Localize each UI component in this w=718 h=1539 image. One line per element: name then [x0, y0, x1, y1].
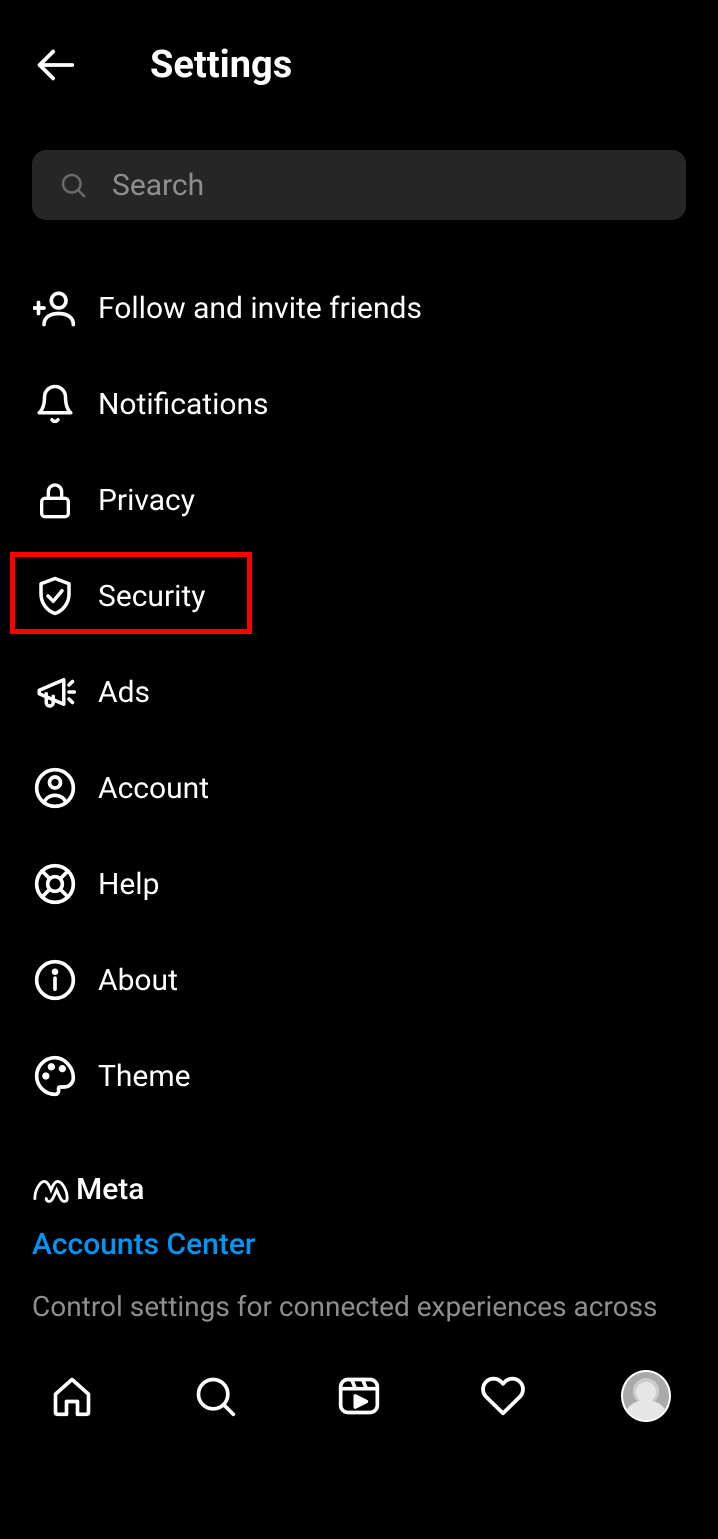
menu-label: Theme: [98, 1059, 191, 1094]
nav-reels[interactable]: [334, 1371, 384, 1421]
menu-item-follow-invite[interactable]: Follow and invite friends: [0, 260, 718, 356]
search-icon: [193, 1374, 237, 1418]
user-circle-icon: [32, 765, 78, 811]
megaphone-icon: [32, 669, 78, 715]
menu-item-about[interactable]: About: [0, 932, 718, 1028]
menu-label: Account: [98, 771, 209, 806]
bottom-nav: [0, 1349, 718, 1539]
shield-check-icon: [32, 573, 78, 619]
menu-item-theme[interactable]: Theme: [0, 1028, 718, 1124]
menu-label: Follow and invite friends: [98, 291, 422, 326]
meta-footer: Meta Accounts Center Control settings fo…: [0, 1172, 718, 1326]
nav-activity[interactable]: [478, 1371, 528, 1421]
nav-home[interactable]: [47, 1371, 97, 1421]
search-placeholder: Search: [112, 168, 204, 203]
footer-description: Control settings for connected experienc…: [32, 1288, 686, 1326]
person-add-icon: [32, 285, 78, 331]
menu-label: Ads: [98, 675, 150, 710]
home-icon: [50, 1374, 94, 1418]
arrow-left-icon: [32, 42, 78, 88]
menu-item-ads[interactable]: Ads: [0, 644, 718, 740]
menu-item-account[interactable]: Account: [0, 740, 718, 836]
header: Settings: [0, 0, 718, 120]
meta-logo-icon: [32, 1177, 70, 1203]
meta-brand: Meta: [32, 1172, 686, 1207]
palette-icon: [32, 1053, 78, 1099]
menu-label: Privacy: [98, 483, 195, 518]
menu-item-security[interactable]: Security: [0, 548, 718, 644]
heart-icon: [480, 1373, 526, 1419]
meta-brand-text: Meta: [76, 1172, 144, 1207]
lifebuoy-icon: [32, 861, 78, 907]
settings-menu: Follow and invite friends Notifications …: [0, 260, 718, 1124]
accounts-center-link[interactable]: Accounts Center: [32, 1227, 686, 1262]
menu-label: Security: [98, 579, 205, 614]
nav-profile[interactable]: [621, 1371, 671, 1421]
search-input[interactable]: Search: [32, 150, 686, 220]
nav-search[interactable]: [190, 1371, 240, 1421]
back-button[interactable]: [30, 40, 80, 90]
page-title: Settings: [150, 43, 292, 87]
menu-item-help[interactable]: Help: [0, 836, 718, 932]
menu-label: Help: [98, 867, 159, 902]
search-icon: [58, 170, 88, 200]
menu-item-notifications[interactable]: Notifications: [0, 356, 718, 452]
lock-icon: [32, 477, 78, 523]
menu-item-privacy[interactable]: Privacy: [0, 452, 718, 548]
menu-label: About: [98, 963, 178, 998]
profile-avatar-icon: [621, 1370, 671, 1422]
reels-icon: [337, 1374, 381, 1418]
info-icon: [32, 957, 78, 1003]
bell-icon: [32, 381, 78, 427]
menu-label: Notifications: [98, 387, 269, 422]
